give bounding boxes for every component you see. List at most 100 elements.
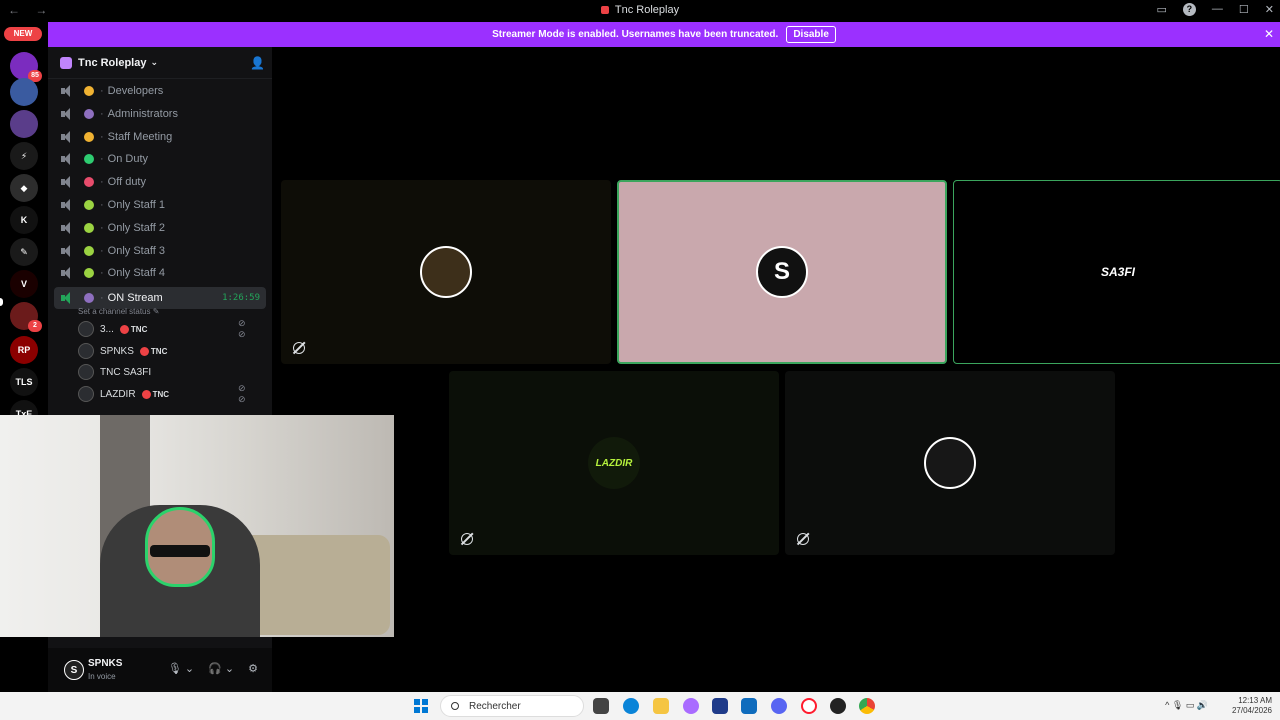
- obs-icon[interactable]: [830, 698, 846, 714]
- user-tag: TNC: [141, 389, 170, 399]
- clock-time: 12:13 AM: [1238, 696, 1272, 705]
- voice-channel[interactable]: · Only Staff 3: [54, 240, 266, 262]
- banner-message: Streamer Mode is enabled. Usernames have…: [492, 29, 779, 40]
- tag-text: TNC: [152, 389, 170, 399]
- voice-channel[interactable]: · Only Staff 4: [54, 262, 266, 284]
- chevron-down-icon: ⌄: [150, 57, 159, 67]
- stream-tile[interactable]: [785, 371, 1115, 555]
- server-icon[interactable]: ◆: [10, 174, 38, 202]
- edge-icon[interactable]: [623, 698, 639, 714]
- guild-icon: [60, 56, 72, 69]
- channel-emoji-icon: [84, 154, 94, 165]
- server-icon[interactable]: [10, 110, 38, 138]
- voice-user[interactable]: TNC SA3FI: [78, 362, 151, 382]
- server-icon[interactable]: [10, 78, 38, 106]
- channel-status-input[interactable]: Set a channel status ✎: [78, 307, 159, 316]
- separator: ·: [100, 244, 104, 257]
- voice-user[interactable]: LAZDIR TNC ⊘ ⊘: [78, 383, 246, 404]
- tag-text: TNC: [150, 346, 168, 356]
- channel-name: Staff Meeting: [107, 130, 173, 143]
- stream-tile[interactable]: SA3FI: [953, 180, 1280, 364]
- voice-user[interactable]: 3... TNC ⊘ ⊘: [78, 318, 246, 339]
- stream-hidden-icon[interactable]: [293, 342, 305, 354]
- invite-people-icon[interactable]: 👤: [250, 56, 265, 70]
- channel-name: Off duty: [107, 176, 146, 189]
- title-bar: ← → Tnc Roleplay ▭ ? — ☐ ✕: [0, 0, 1280, 22]
- taskbar-clock[interactable]: 12:13 AM 27/04/2026: [1232, 696, 1272, 716]
- microphone-icon[interactable]: 🎙 ⌄: [168, 662, 194, 675]
- user-avatar: [78, 364, 94, 380]
- guild-header[interactable]: Tnc Roleplay ⌄ 👤: [48, 47, 272, 79]
- user-controls: 🎙 ⌄ 🎧 ⌄ ⚙: [168, 662, 258, 675]
- voice-channel[interactable]: · Off duty: [54, 171, 266, 193]
- server-icon[interactable]: TLS: [10, 368, 38, 396]
- copilot-icon[interactable]: [683, 698, 699, 714]
- new-badge: NEW: [4, 27, 42, 41]
- opera-icon[interactable]: [801, 698, 817, 714]
- speaker-icon: [60, 153, 72, 166]
- maximize-button[interactable]: ☐: [1239, 3, 1249, 16]
- voice-channel[interactable]: · On Duty: [54, 148, 266, 170]
- voice-channel[interactable]: · Developers: [54, 80, 266, 102]
- window-controls: ▭ ? — ☐ ✕: [1157, 3, 1274, 16]
- stream-avatar: SA3FI: [1092, 246, 1144, 298]
- voice-channel[interactable]: · Staff Meeting: [54, 126, 266, 148]
- server-icon[interactable]: RP: [10, 336, 38, 364]
- stream-tile[interactable]: [281, 180, 611, 364]
- close-banner-icon[interactable]: ✕: [1264, 27, 1274, 41]
- separator: ·: [100, 153, 104, 166]
- stream-hidden-icon[interactable]: [461, 533, 473, 545]
- inbox-icon[interactable]: ▭: [1157, 3, 1167, 16]
- settings-gear-icon[interactable]: ⚙: [248, 662, 258, 675]
- webcam-sunglasses: [150, 545, 210, 557]
- user-tag: TNC: [119, 324, 148, 334]
- voice-channel[interactable]: · Only Staff 2: [54, 217, 266, 239]
- chrome-icon[interactable]: [859, 698, 875, 714]
- headphones-icon[interactable]: 🎧 ⌄: [208, 662, 234, 675]
- voice-user[interactable]: SPNKS TNC: [78, 341, 167, 361]
- speaker-icon: [60, 130, 72, 143]
- minimize-button[interactable]: —: [1212, 3, 1223, 16]
- file-explorer-icon[interactable]: [653, 698, 669, 714]
- task-view-icon[interactable]: [593, 698, 609, 714]
- system-tray[interactable]: ^ 🎙 ▭ 🔊: [1165, 700, 1208, 711]
- tag-icon: [139, 346, 149, 356]
- stream-tile[interactable]: S: [617, 180, 947, 364]
- user-avatar[interactable]: S: [64, 660, 84, 680]
- taskbar-search[interactable]: Rechercher: [440, 695, 584, 717]
- channel-emoji-icon: [84, 177, 94, 188]
- voice-channel[interactable]: · Administrators: [54, 103, 266, 125]
- server-icon[interactable]: ✎: [10, 238, 38, 266]
- channel-on-stream[interactable]: · ON Stream 1:26:59: [54, 287, 266, 309]
- voice-user-name: TNC SA3FI: [100, 366, 152, 378]
- outlook-icon[interactable]: [741, 698, 757, 714]
- stream-timer: 1:26:59: [222, 293, 260, 303]
- tag-text: TNC: [130, 324, 148, 334]
- app-icon: [600, 6, 609, 14]
- muted-deafened-icon: ⊘ ⊘: [238, 318, 249, 339]
- stream-avatar: [420, 246, 472, 298]
- channel-emoji-icon: [84, 293, 94, 303]
- stream-tile[interactable]: LAZDIR: [449, 371, 779, 555]
- stream-hidden-icon[interactable]: [797, 533, 809, 545]
- server-icon[interactable]: K: [10, 206, 38, 234]
- disable-streamer-mode-button[interactable]: Disable: [786, 26, 836, 43]
- separator: ·: [100, 292, 104, 304]
- start-button[interactable]: [414, 699, 428, 713]
- voice-channel[interactable]: · Only Staff 1: [54, 194, 266, 216]
- help-icon[interactable]: ?: [1182, 3, 1196, 16]
- server-icon[interactable]: ⚡: [10, 142, 38, 170]
- user-avatar: [78, 343, 94, 359]
- close-window-button[interactable]: ✕: [1265, 3, 1274, 16]
- speaker-icon: [60, 85, 72, 97]
- channel-emoji-icon: [84, 86, 94, 96]
- guild-name: Tnc Roleplay: [78, 56, 147, 69]
- stream-avatar: [924, 437, 976, 489]
- user-tag: TNC: [139, 346, 168, 356]
- separator: ·: [100, 267, 104, 280]
- store-icon[interactable]: [712, 698, 728, 714]
- channel-name: Only Staff 4: [107, 267, 165, 280]
- selected-server-indicator: [0, 298, 3, 306]
- server-icon[interactable]: V: [10, 270, 38, 298]
- discord-icon[interactable]: [771, 698, 787, 714]
